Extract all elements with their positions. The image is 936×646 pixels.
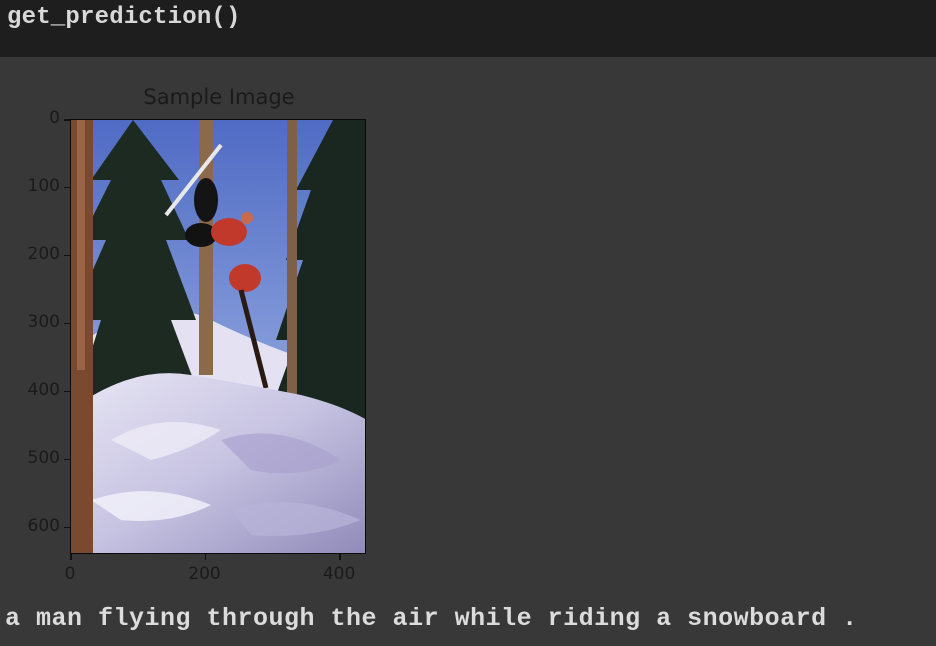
x-tick: [204, 554, 207, 560]
snowboarder-photo-icon: [71, 120, 365, 553]
y-tick-label: 200: [27, 243, 60, 264]
y-tick-label: 300: [27, 311, 60, 332]
y-tick-label: 500: [27, 447, 60, 468]
sample-image: [70, 119, 366, 554]
code-cell[interactable]: get_prediction(): [0, 0, 936, 57]
x-tick: [70, 554, 72, 560]
y-tick: [64, 390, 70, 393]
prediction-caption: a man flying through the air while ridin…: [5, 604, 858, 633]
plot-title: Sample Image: [143, 85, 295, 109]
y-tick-label: 100: [27, 175, 60, 196]
y-tick: [64, 322, 70, 325]
y-tick-label: 0: [49, 108, 60, 128]
x-tick: [339, 554, 341, 560]
x-tick-label: 0: [64, 564, 76, 584]
y-tick-label: 400: [27, 379, 60, 400]
code-input[interactable]: get_prediction(): [7, 4, 241, 31]
y-tick: [64, 458, 70, 461]
y-tick: [64, 254, 70, 257]
x-tick-label: 200: [188, 564, 221, 584]
y-tick: [64, 526, 70, 529]
x-tick-label: 400: [322, 564, 356, 584]
y-tick: [64, 119, 70, 121]
y-tick: [64, 186, 70, 189]
y-tick-label: 600: [27, 515, 60, 536]
